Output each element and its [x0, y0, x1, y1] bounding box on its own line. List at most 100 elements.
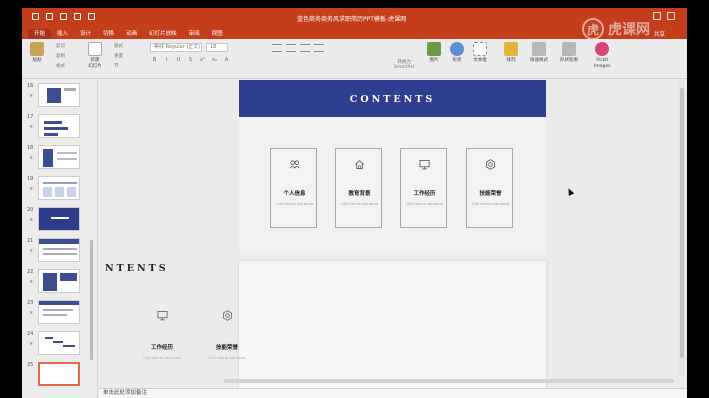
pickit-images-button[interactable]: Pickit Images — [594, 42, 610, 70]
thumbnail-slide-22[interactable]: 22 ★ — [22, 269, 98, 299]
thumbnail-image — [38, 238, 80, 262]
tab-home[interactable]: 开始 — [28, 29, 52, 39]
card-title: 技能荣誉 — [479, 191, 502, 197]
slide-canvas[interactable]: CONTENTS 个人信息 Click here to add words 教育… — [99, 80, 687, 388]
underline-icon[interactable]: U — [174, 56, 183, 65]
thumbnail-slide-21[interactable]: 21 ★ — [22, 238, 98, 268]
next-slide-preview[interactable] — [239, 261, 546, 388]
account-icon[interactable] — [667, 12, 675, 20]
share-button[interactable]: 共享 — [654, 30, 665, 38]
format-painter-button[interactable]: 格式 — [56, 63, 65, 69]
star-icon: ★ — [29, 186, 34, 192]
thumbnail-slide-19[interactable]: 19 ★ — [22, 176, 98, 206]
superscript-icon[interactable]: x² — [198, 56, 207, 65]
quick-access-toolbar — [32, 13, 95, 20]
line-spacing-icon[interactable] — [314, 44, 324, 52]
tab-transitions[interactable]: 切换 — [97, 29, 120, 39]
shapes-button[interactable]: 形状 — [450, 42, 464, 64]
thumbnail-slide-16[interactable]: 16 ★ — [22, 83, 98, 113]
slide-title[interactable]: CONTENTS — [239, 94, 546, 105]
thumbnail-slide-24[interactable]: 24 ★ — [22, 331, 98, 361]
font-color-icon[interactable]: A — [222, 56, 231, 65]
current-slide[interactable]: CONTENTS 个人信息 Click here to add words 教育… — [239, 80, 546, 253]
ribbon-toolbar: 粘贴 剪切 复制 格式 新建 幻灯片 版式 重置 节 等线 Regular (正… — [22, 39, 687, 79]
thumbnail-slide-20[interactable]: 20 ★ — [22, 207, 98, 237]
star-icon: ★ — [29, 279, 34, 285]
picture-button[interactable]: 图片 — [427, 42, 441, 64]
convert-smartart-button[interactable]: 转换为 SmartArt — [394, 59, 414, 70]
star-icon: ★ — [29, 124, 34, 130]
thumbnail-scrollbar[interactable] — [90, 240, 93, 360]
subscript-icon[interactable]: x₂ — [210, 56, 219, 65]
tab-review[interactable]: 审阅 — [183, 29, 206, 39]
picture-icon — [427, 42, 441, 56]
thumbnail-slide-25[interactable]: 25 — [22, 362, 98, 392]
font-size-select[interactable]: 18 — [206, 43, 228, 52]
thumbnail-slide-18[interactable]: 18 ★ — [22, 145, 98, 175]
document-title: 蓝色商务商务风求职简历PPT模板-虎课网 — [297, 16, 407, 23]
contents-card-work[interactable]: 工作经历 Click here to add words — [400, 148, 447, 228]
contents-card-personal[interactable]: 个人信息 Click here to add words — [270, 148, 317, 228]
home-icon[interactable] — [46, 13, 53, 20]
sidebar-toggle-icon[interactable] — [32, 13, 39, 20]
save-icon[interactable] — [60, 13, 67, 20]
tab-view[interactable]: 视图 — [206, 29, 229, 39]
reset-button[interactable]: 重置 — [114, 53, 123, 59]
monitor-icon — [157, 311, 168, 321]
shape-outline-button[interactable]: 形状轮廓 — [560, 42, 578, 64]
star-icon: ★ — [29, 217, 34, 223]
gear-icon — [223, 310, 232, 321]
paste-button[interactable]: 粘贴 — [30, 42, 44, 64]
undo-icon[interactable] — [74, 13, 81, 20]
star-icon: ★ — [29, 248, 34, 254]
card-subtitle: Click here to add words — [405, 202, 444, 206]
bullets-icon[interactable] — [272, 44, 282, 52]
arrange-button[interactable]: 排列 — [504, 42, 518, 64]
card-title: 个人信息 — [283, 191, 306, 197]
drag-preview-overlay: NTENTS 工作经历 Click here to add words 技能荣誉… — [105, 263, 246, 360]
numbering-icon[interactable] — [286, 44, 296, 52]
vertical-scrollbar[interactable] — [679, 80, 685, 376]
thumbnail-image — [38, 145, 80, 169]
new-slide-button[interactable]: 新建 幻灯片 — [88, 42, 102, 70]
thumbnail-image — [38, 331, 80, 355]
copy-button[interactable]: 复制 — [56, 53, 65, 59]
indent-icon[interactable] — [300, 44, 310, 52]
layout-button[interactable]: 版式 — [114, 43, 123, 49]
tab-animations[interactable]: 动画 — [120, 29, 143, 39]
format-buttons: B I U S x² x₂ A — [150, 56, 231, 65]
section-button[interactable]: 节 — [114, 63, 119, 69]
tab-slideshow[interactable]: 幻灯片放映 — [143, 29, 183, 39]
thumbnail-image — [38, 207, 80, 231]
search-icon[interactable] — [653, 12, 661, 20]
horizontal-scrollbar[interactable] — [224, 379, 674, 383]
italic-icon[interactable]: I — [162, 56, 171, 65]
home-icon — [355, 160, 364, 169]
bold-icon[interactable]: B — [150, 56, 159, 65]
thumbnail-slide-17[interactable]: 17 ★ — [22, 114, 98, 144]
paragraph-buttons — [272, 44, 324, 52]
font-name-select[interactable]: 等线 Regular (正文) — [150, 43, 202, 52]
contents-card-skills[interactable]: 技能荣誉 Click here to add words — [466, 148, 513, 228]
watermark-text: 虎课网 — [608, 22, 650, 38]
textbox-icon — [473, 42, 487, 56]
cut-button[interactable]: 剪切 — [56, 43, 65, 49]
watermark-logo: 虎 虎课网 — [582, 18, 650, 40]
notes-pane[interactable]: 单击此处添加备注 — [99, 388, 687, 398]
contents-card-education[interactable]: 教育背景 Click here to add words — [335, 148, 382, 228]
textbox-button[interactable]: 文本框 — [473, 42, 487, 64]
ghost-title: NTENTS — [105, 263, 169, 274]
thumbnail-slide-23[interactable]: 23 ★ — [22, 300, 98, 330]
star-icon: ★ — [29, 155, 34, 161]
scroll-thumb[interactable] — [680, 88, 684, 358]
shape-outline-icon — [562, 42, 576, 56]
thumbnail-image — [38, 176, 80, 200]
quick-styles-button[interactable]: 快速样式 — [530, 42, 548, 64]
redo-icon[interactable] — [88, 13, 95, 20]
tab-insert[interactable]: 插入 — [51, 29, 74, 39]
tab-design[interactable]: 设计 — [74, 29, 97, 39]
monitor-icon — [419, 160, 430, 170]
new-slide-icon — [88, 42, 102, 56]
strikethrough-icon[interactable]: S — [186, 56, 195, 65]
slide-header-band: CONTENTS — [239, 80, 546, 117]
